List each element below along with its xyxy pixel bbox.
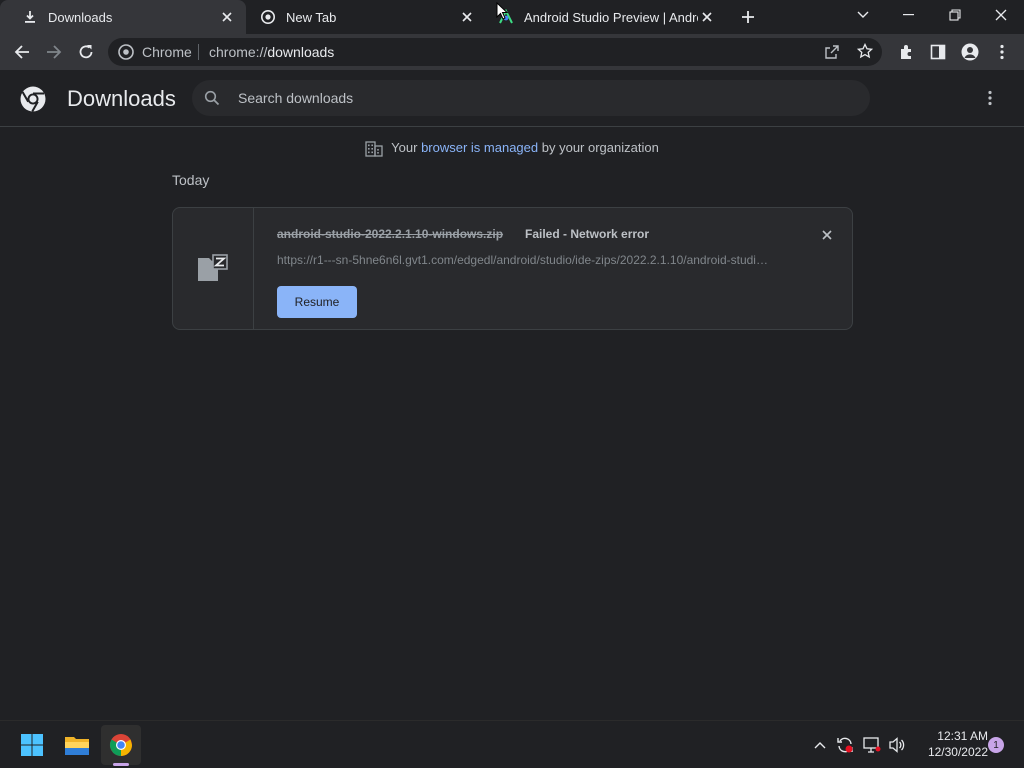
- chrome-icon: [260, 9, 276, 25]
- tab-new-tab[interactable]: New Tab: [246, 0, 486, 34]
- url-text[interactable]: chrome://downloads: [209, 44, 334, 60]
- new-tab-button[interactable]: [738, 7, 758, 27]
- managed-prefix: Your: [391, 140, 418, 155]
- download-item: android-studio-2022.2.1.10-windows.zip F…: [172, 207, 853, 330]
- file-explorer-icon[interactable]: [57, 725, 97, 765]
- zip-file-icon: [196, 253, 230, 283]
- tab-close-icon[interactable]: [698, 8, 716, 26]
- address-bar[interactable]: Chrome chrome://downloads: [108, 38, 882, 66]
- page-title: Downloads: [67, 86, 176, 111]
- tab-search-icon[interactable]: [840, 0, 886, 30]
- sync-status-icon[interactable]: [835, 735, 855, 755]
- clock-time: 12:31 AM: [937, 729, 988, 743]
- close-window-icon[interactable]: [978, 0, 1024, 30]
- mouse-cursor-icon: [496, 1, 509, 20]
- omnibox-divider: [198, 44, 199, 60]
- download-status: Failed - Network error: [525, 227, 650, 241]
- tab-close-icon[interactable]: [218, 8, 236, 26]
- chrome-logo-icon: [19, 85, 47, 113]
- clock-date: 12/30/2022: [927, 745, 988, 759]
- active-app-indicator: [113, 763, 129, 766]
- share-icon[interactable]: [824, 44, 840, 60]
- date-heading: Today: [172, 172, 210, 188]
- file-icon-column: [173, 208, 254, 329]
- restore-icon[interactable]: [932, 0, 978, 30]
- managed-suffix: by your organization: [541, 140, 659, 155]
- start-windows-icon[interactable]: [12, 725, 52, 765]
- more-actions-icon[interactable]: [978, 86, 1002, 110]
- tab-label: Downloads: [48, 9, 113, 25]
- system-clock[interactable]: 12:31 AM 12/30/2022: [912, 728, 988, 760]
- reload-icon[interactable]: [72, 38, 100, 66]
- forward-icon[interactable]: [40, 38, 68, 66]
- volume-icon[interactable]: [887, 735, 907, 755]
- url-host: downloads: [267, 44, 335, 60]
- notification-badge[interactable]: 1: [988, 737, 1004, 753]
- tab-label: New Tab: [286, 9, 337, 25]
- tab-strip: Downloads New Tab Android Studio Preview…: [0, 0, 1024, 34]
- downloads-header: Downloads: [0, 70, 1024, 127]
- show-hidden-icons-chevron-icon[interactable]: [810, 735, 830, 755]
- managed-link[interactable]: browser is managed: [421, 140, 538, 155]
- managed-notice: Your browser is managed by your organiza…: [0, 140, 1024, 157]
- minimize-icon[interactable]: [886, 0, 932, 30]
- tab-android-studio[interactable]: Android Studio Preview | Andro: [486, 0, 726, 34]
- resume-button[interactable]: Resume: [277, 286, 357, 318]
- windows-taskbar: 12:31 AM 12/30/2022 1: [0, 720, 1024, 768]
- remove-item-icon[interactable]: [817, 225, 837, 245]
- tab-label: Android Studio Preview | Andro: [524, 9, 698, 25]
- extensions-icon[interactable]: [892, 38, 920, 66]
- site-label: Chrome: [142, 44, 192, 60]
- chrome-taskbar-icon[interactable]: [101, 725, 141, 765]
- browser-toolbar: Chrome chrome://downloads: [0, 34, 1024, 70]
- search-box: [192, 80, 870, 116]
- side-panel-icon[interactable]: [924, 38, 952, 66]
- bookmark-star-icon[interactable]: [856, 42, 874, 59]
- chrome-menu-icon[interactable]: [988, 38, 1016, 66]
- source-url[interactable]: https://r1---sn-5hne6n6l.gvt1.com/edgedl…: [277, 253, 771, 267]
- tab-downloads[interactable]: Downloads: [0, 0, 246, 34]
- search-input[interactable]: [236, 80, 836, 116]
- profile-icon[interactable]: [956, 38, 984, 66]
- url-scheme: chrome://: [209, 44, 268, 60]
- search-icon: [204, 90, 220, 106]
- file-name[interactable]: android-studio-2022.2.1.10-windows.zip: [277, 227, 503, 241]
- download-icon: [22, 9, 38, 25]
- network-icon[interactable]: [862, 735, 882, 755]
- back-icon[interactable]: [8, 38, 36, 66]
- chrome-icon: [118, 44, 134, 60]
- building-icon: [365, 140, 383, 157]
- tab-close-icon[interactable]: [458, 8, 476, 26]
